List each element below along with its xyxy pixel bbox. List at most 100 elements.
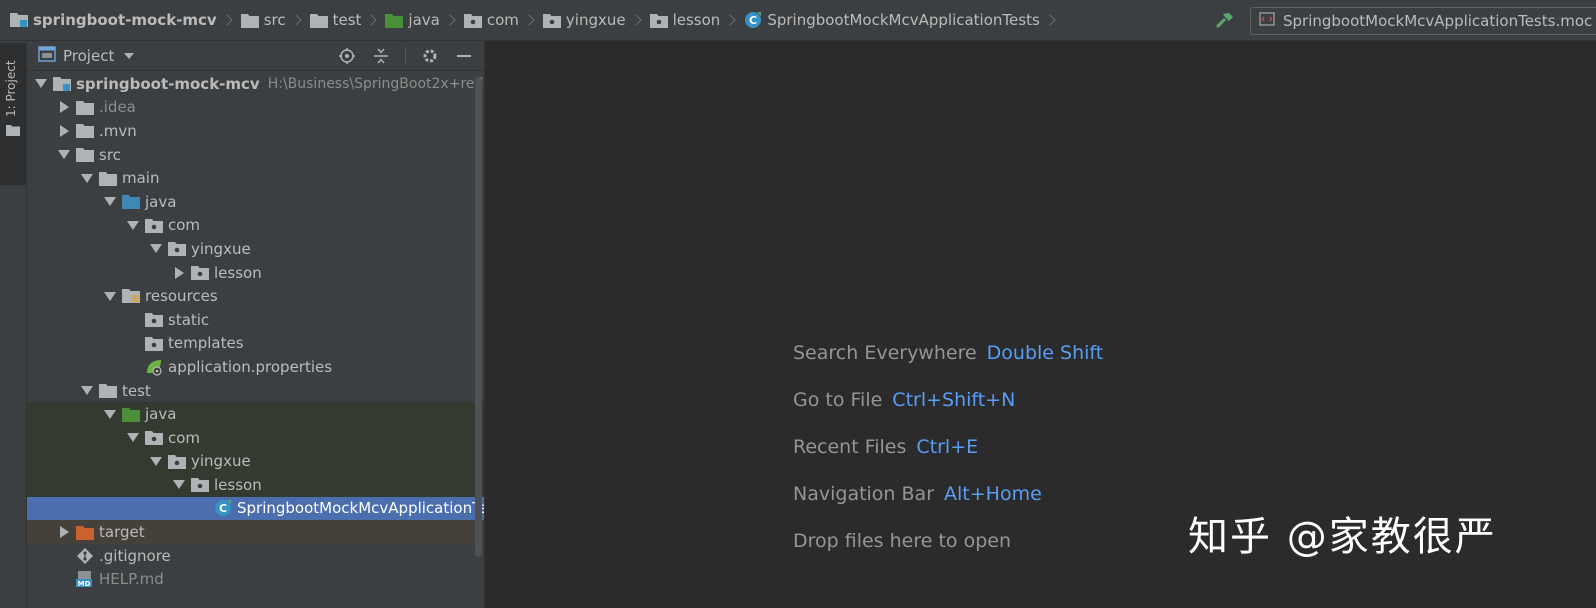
tree-node[interactable]: test — [27, 379, 484, 403]
expand-right-icon[interactable] — [56, 99, 72, 115]
tree-node[interactable]: resources — [27, 284, 484, 308]
expand-down-icon[interactable] — [148, 241, 164, 257]
run-configuration-label: SpringbootMockMcvApplicationTests.moc — [1283, 11, 1593, 30]
editor-hint-text: Go to File — [793, 388, 883, 411]
breadcrumb-separator-icon — [444, 14, 456, 26]
tree-node[interactable]: com — [27, 425, 484, 450]
tree-node[interactable]: springboot-mock-mcv H:\Business\SpringBoo… — [27, 72, 484, 96]
breadcrumb-item[interactable]: src — [240, 0, 286, 41]
editor-hint-shortcut: Alt+Home — [944, 483, 1042, 506]
expand-down-icon[interactable] — [102, 406, 118, 422]
package-icon — [649, 13, 668, 28]
package-icon — [463, 13, 482, 28]
tree-node[interactable]: main — [27, 166, 484, 190]
package-icon — [168, 240, 186, 258]
tree-node-label: yingxue — [191, 452, 251, 471]
breadcrumb-label: src — [263, 11, 286, 29]
expand-right-icon[interactable] — [56, 524, 72, 540]
tree-node-label: SpringbootMockMcvApplicationTests — [237, 499, 485, 518]
markdown-file-icon: MD — [76, 570, 94, 588]
expand-down-icon[interactable] — [79, 170, 95, 186]
minimize-icon[interactable] — [454, 46, 474, 66]
breadcrumb-separator-icon — [221, 14, 233, 26]
tree-node-label: test — [122, 381, 151, 400]
test-source-folder-icon — [385, 13, 404, 28]
tree-node[interactable]: MD HELP.md — [27, 567, 484, 591]
tree-node[interactable]: application.properties — [27, 355, 484, 379]
toolbar-divider — [405, 47, 406, 65]
project-panel-title[interactable]: Project — [63, 47, 114, 65]
package-icon — [168, 452, 186, 470]
tree-node-label: static — [168, 310, 210, 329]
expand-down-icon[interactable] — [148, 453, 164, 469]
project-tree: springboot-mock-mcv H:\Business\SpringBoo… — [27, 72, 485, 591]
tree-node[interactable]: yingxue — [27, 449, 484, 474]
tree-node[interactable]: static — [27, 308, 484, 332]
breadcrumb-item[interactable]: C SpringbootMockMcvApplicationTests — [744, 0, 1040, 41]
locate-icon[interactable] — [337, 46, 357, 66]
navigation-bar: springboot-mock-mcv src test java com yingxue… — [0, 0, 1596, 41]
project-tool-tab[interactable]: 1: Project — [0, 43, 26, 185]
hammer-icon[interactable] — [1214, 10, 1236, 32]
editor-hint: Drop files here to open — [793, 518, 1103, 565]
watermark-text: 知乎 @家教很严 — [1188, 514, 1497, 560]
view-selector-dropdown[interactable] — [124, 52, 135, 59]
tree-node[interactable]: java — [27, 402, 484, 426]
tree-node[interactable]: lesson — [27, 261, 484, 285]
tree-node[interactable]: yingxue — [27, 237, 484, 261]
expand-down-icon[interactable] — [125, 430, 141, 446]
expand-down-icon[interactable] — [125, 217, 141, 233]
tree-node[interactable]: com — [27, 214, 484, 238]
editor-empty-hints: Search Everywhere Double Shift Go to File C… — [793, 329, 1103, 565]
tree-scrollbar[interactable] — [475, 77, 482, 557]
tree-node-label: com — [168, 428, 201, 447]
folder-icon — [99, 382, 117, 400]
expand-down-icon[interactable] — [33, 76, 49, 92]
spring-properties-icon — [145, 358, 163, 376]
tree-node-label: application.properties — [168, 357, 333, 376]
expand-down-icon[interactable] — [171, 477, 187, 493]
breadcrumb-separator-icon — [724, 14, 736, 26]
package-icon — [542, 13, 561, 28]
expand-right-icon[interactable] — [56, 123, 72, 139]
tree-node[interactable]: src — [27, 143, 484, 167]
breadcrumb-item[interactable]: springboot-mock-mcv — [10, 0, 217, 41]
breadcrumb-item[interactable]: yingxue — [542, 0, 626, 41]
breadcrumb-item[interactable]: com — [463, 0, 519, 41]
gear-icon[interactable] — [420, 46, 440, 66]
editor-hint-text: Search Everywhere — [793, 341, 977, 364]
package-icon — [191, 476, 209, 494]
collapse-all-icon[interactable] — [371, 46, 391, 66]
tree-node-label: lesson — [214, 475, 262, 494]
tree-node[interactable]: .idea — [27, 96, 484, 120]
breadcrumb-separator-icon — [1044, 14, 1056, 26]
excluded-folder-icon — [76, 523, 94, 541]
folder-icon — [76, 122, 94, 140]
expand-down-icon[interactable] — [102, 288, 118, 304]
folder-icon — [6, 121, 20, 140]
expand-down-icon[interactable] — [102, 194, 118, 210]
package-icon — [191, 264, 209, 282]
expand-right-icon[interactable] — [171, 265, 187, 281]
navbar-right-tools: SpringbootMockMcvApplicationTests.moc — [1214, 0, 1596, 41]
expand-down-icon[interactable] — [56, 147, 72, 163]
tree-node[interactable]: templates — [27, 332, 484, 356]
breadcrumb-item[interactable]: java — [385, 0, 440, 41]
tree-node[interactable]: .mvn — [27, 119, 484, 143]
tree-node[interactable]: C SpringbootMockMcvApplicationTests — [27, 496, 485, 521]
svg-text:C: C — [749, 14, 757, 27]
tree-node[interactable]: target — [27, 520, 484, 544]
tree-node[interactable]: lesson — [27, 473, 484, 497]
tree-node[interactable]: .gitignore — [27, 544, 484, 568]
project-panel-header: Project — [27, 41, 484, 71]
breadcrumb-label: java — [408, 11, 440, 29]
tree-node[interactable]: java — [27, 190, 484, 214]
editor-hint-text: Drop files here to open — [793, 530, 1012, 553]
breadcrumb-item[interactable]: lesson — [649, 0, 720, 41]
expand-down-icon[interactable] — [79, 383, 95, 399]
run-configuration-selector[interactable]: SpringbootMockMcvApplicationTests.moc — [1250, 6, 1596, 35]
tree-node-label: main — [122, 169, 160, 188]
breadcrumb-label: com — [486, 11, 519, 29]
editor-hint-text: Recent Files — [793, 435, 907, 458]
breadcrumb-item[interactable]: test — [309, 0, 361, 41]
